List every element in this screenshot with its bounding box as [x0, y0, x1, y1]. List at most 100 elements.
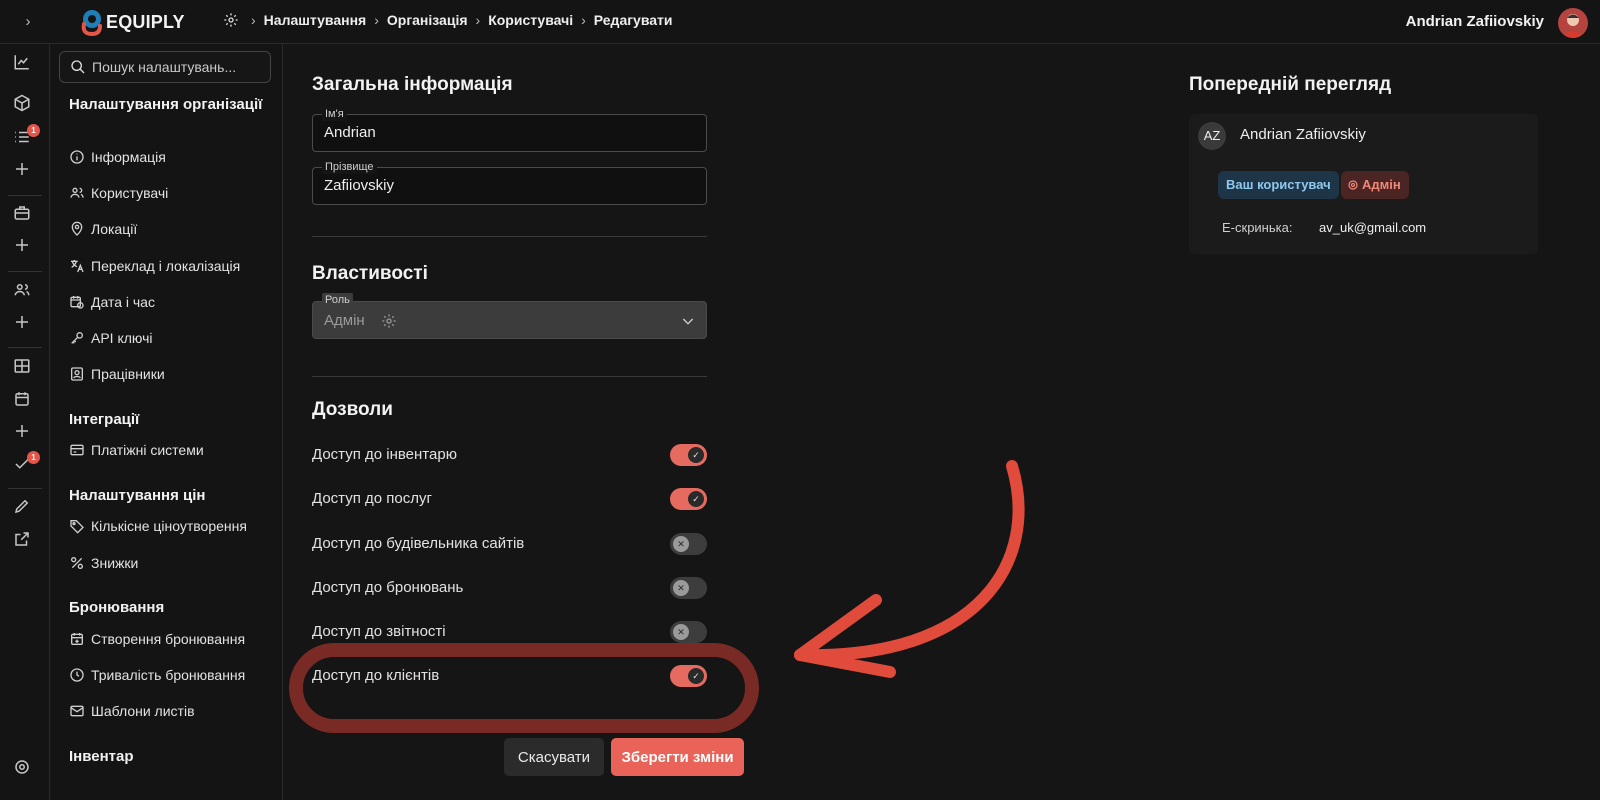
open-site-nav[interactable]	[13, 530, 35, 552]
permission-toggle[interactable]: ✓	[670, 444, 707, 466]
services-nav[interactable]	[13, 204, 35, 226]
approvals-nav[interactable]: 1	[13, 451, 40, 477]
sidebar-item-label: Тривалість бронювання	[91, 667, 246, 683]
info-icon	[70, 150, 84, 164]
chevron-right-icon: ›	[475, 12, 481, 28]
x-icon: ✕	[677, 583, 685, 593]
sidebar-item-users[interactable]: Користувачі	[69, 182, 274, 204]
sidebar-item-quantity-pricing[interactable]: Кількісне ціноутворення	[69, 515, 274, 537]
permission-toggle[interactable]: ✓	[670, 665, 707, 687]
check-icon: ✓	[692, 450, 700, 460]
sidebar-item-label: Шаблони листів	[91, 703, 195, 719]
x-icon: ✕	[677, 627, 685, 637]
permission-customers: Доступ до клієнтів ✓	[312, 664, 707, 688]
sidebar-item-label: API ключі	[91, 330, 153, 346]
permission-label: Доступ до послуг	[312, 490, 432, 507]
top-bar: › EQUIPLY › Налаштування › Організація ›…	[0, 0, 1600, 44]
role-label: Роль	[322, 293, 353, 307]
sidebar-item-employees[interactable]: Працівники	[69, 363, 274, 385]
first-name-input[interactable]	[324, 124, 694, 141]
sidebar-item-label: Створення бронювання	[91, 631, 246, 647]
breadcrumb-settings[interactable]: Налаштування	[264, 12, 367, 28]
calendar-nav[interactable]	[13, 390, 35, 412]
tag-icon	[70, 520, 84, 534]
rail-divider	[8, 271, 42, 272]
user-name[interactable]: Andrian Zafiiovskiy	[1406, 13, 1544, 30]
dashboard-nav[interactable]	[13, 357, 35, 379]
x-icon: ✕	[677, 539, 685, 549]
sidebar-item-label: Користувачі	[91, 185, 169, 201]
plus-icon	[16, 239, 28, 251]
avatar[interactable]	[1558, 8, 1588, 38]
gear-icon[interactable]	[223, 12, 239, 28]
section-divider	[312, 376, 707, 377]
permission-toggle[interactable]: ✕	[670, 577, 707, 599]
notification-badge: 1	[27, 124, 40, 137]
sidebar-item-label: Працівники	[91, 366, 165, 382]
translate-icon	[71, 260, 84, 273]
breadcrumb-organization[interactable]: Організація	[387, 12, 468, 28]
section-title-properties: Властивості	[312, 263, 428, 284]
permission-label: Доступ до звітності	[312, 623, 446, 640]
sidebar-item-label: Локації	[91, 221, 138, 237]
toggle-knob: ✓	[688, 491, 704, 507]
add-nav[interactable]	[13, 313, 35, 335]
sidebar-item-discounts[interactable]: Знижки	[69, 552, 274, 574]
sidebar-item-booking-duration[interactable]: Тривалість бронювання	[69, 664, 274, 686]
settings-search[interactable]	[59, 51, 271, 83]
settings-nav[interactable]	[13, 758, 35, 780]
sidebar-item-translation[interactable]: Переклад і локалізація	[69, 255, 274, 277]
permission-services: Доступ до послуг ✓	[312, 487, 707, 511]
mail-icon	[70, 705, 84, 717]
customers-nav[interactable]	[13, 281, 35, 303]
permission-toggle[interactable]: ✕	[670, 533, 707, 555]
cancel-button[interactable]: Скасувати	[504, 738, 604, 776]
contact-card-icon	[71, 367, 83, 381]
chevron-right-icon: ›	[581, 12, 586, 28]
chevron-right-icon: ›	[251, 12, 256, 28]
own-user-badge: Ваш користувач	[1218, 171, 1339, 199]
last-name-field[interactable]: Прізвище	[312, 160, 707, 205]
sidebar-item-label: Переклад і локалізація	[91, 258, 241, 274]
role-value: Адмін	[324, 312, 365, 329]
role-select[interactable]: Роль Адмін	[312, 293, 707, 339]
inventory-nav[interactable]	[13, 94, 35, 116]
permission-toggle[interactable]: ✕	[670, 621, 707, 643]
sidebar-toggle-button[interactable]: ›	[18, 12, 38, 32]
sidebar-item-payments[interactable]: Платіжні системи	[69, 439, 274, 461]
toggle-knob: ✕	[673, 580, 689, 596]
sidebar-item-datetime[interactable]: Дата і час	[69, 291, 274, 313]
sidebar-item-email-templates[interactable]: Шаблони листів	[69, 700, 274, 722]
sidebar-item-info[interactable]: Інформація	[69, 146, 274, 168]
email-label: Е-скринька:	[1222, 220, 1293, 235]
gear-icon	[1348, 180, 1358, 190]
add-nav[interactable]	[13, 422, 35, 444]
edit-nav[interactable]	[13, 497, 35, 519]
add-nav[interactable]	[13, 236, 35, 258]
breadcrumb-edit: Редагувати	[593, 12, 673, 28]
breadcrumb-users[interactable]: Користувачі	[488, 12, 573, 28]
users-icon	[70, 187, 84, 198]
add-nav[interactable]	[13, 160, 35, 182]
section-title-general: Загальна інформація	[312, 74, 513, 95]
pencil-icon	[14, 499, 29, 514]
group-integrations: Інтеграції	[69, 411, 140, 428]
first-name-field[interactable]: Ім'я	[312, 107, 707, 152]
sidebar-item-locations[interactable]: Локації	[69, 218, 274, 240]
rail-divider	[8, 347, 42, 348]
save-button[interactable]: Зберегти зміни	[611, 738, 744, 776]
grid-icon	[14, 359, 30, 373]
key-icon	[71, 332, 83, 344]
avatar: AZ	[1198, 122, 1226, 150]
analytics-nav[interactable]	[13, 53, 35, 75]
sidebar-item-create-booking[interactable]: Створення бронювання	[69, 628, 274, 650]
box-icon	[14, 94, 30, 112]
last-name-input[interactable]	[324, 177, 694, 194]
tasks-nav[interactable]: 1	[13, 124, 40, 150]
calendar-clock-icon	[70, 296, 84, 309]
search-input[interactable]	[92, 59, 262, 75]
permission-toggle[interactable]: ✓	[670, 488, 707, 510]
sidebar-item-label: Платіжні системи	[91, 442, 204, 458]
sidebar-item-api-keys[interactable]: API ключі	[69, 327, 274, 349]
brand-logo[interactable]: EQUIPLY	[80, 8, 185, 37]
